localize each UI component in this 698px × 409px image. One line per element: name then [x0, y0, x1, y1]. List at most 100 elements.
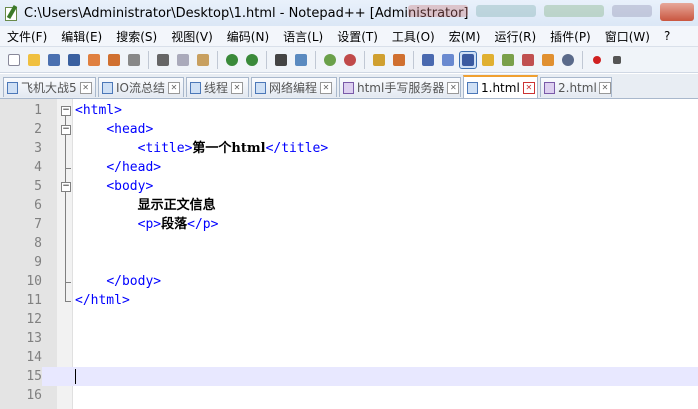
monitor-icon[interactable]	[560, 52, 576, 68]
tab-html-server[interactable]: html手写服务器 ✕	[339, 77, 461, 97]
doc-map-icon[interactable]	[500, 52, 516, 68]
tab-close-icon[interactable]: ✕	[522, 81, 535, 94]
new-file-icon[interactable]	[6, 52, 22, 68]
menu-tools[interactable]: 工具(O)	[385, 28, 442, 45]
menu-window[interactable]: 窗口(W)	[598, 28, 657, 45]
open-file-icon[interactable]	[26, 52, 42, 68]
toolbar-separator	[413, 50, 414, 69]
record-macro-icon[interactable]	[589, 52, 605, 68]
tab-close-icon[interactable]: ✕	[168, 81, 180, 94]
editor-line[interactable]: 14	[0, 348, 698, 367]
line-number: 4	[34, 160, 42, 175]
line-code: <head>	[75, 120, 153, 139]
html-tag: <head>	[106, 122, 154, 137]
text-content: 第一个html	[192, 141, 266, 156]
zoom-out-icon[interactable]	[342, 52, 358, 68]
menu-file[interactable]: 文件(F)	[0, 28, 54, 45]
menu-search[interactable]: 搜索(S)	[109, 28, 164, 45]
menu-help[interactable]: ?	[657, 29, 677, 43]
toolbar-separator	[217, 50, 218, 69]
sync-horizontal-icon[interactable]	[391, 52, 407, 68]
menu-plugins[interactable]: 插件(P)	[543, 28, 598, 45]
tab-close-icon[interactable]: ✕	[599, 81, 611, 94]
fold-end-marker	[65, 168, 71, 169]
tab-close-icon[interactable]: ✕	[320, 81, 333, 94]
notepadpp-app-icon[interactable]	[4, 4, 18, 21]
tab-thread[interactable]: 线程 ✕	[186, 77, 249, 97]
tab-close-icon[interactable]: ✕	[79, 81, 92, 94]
function-list-icon[interactable]	[520, 52, 536, 68]
html-tag: </p>	[187, 217, 219, 232]
close-icon[interactable]	[86, 52, 102, 68]
editor-line[interactable]: 11 </html>	[0, 291, 698, 310]
fold-line	[65, 116, 66, 301]
window-title: C:\Users\Administrator\Desktop\1.html - …	[24, 5, 469, 21]
html-tag: </body>	[106, 274, 162, 289]
stop-macro-icon[interactable]	[609, 52, 625, 68]
editor-current-line[interactable]: 15	[0, 367, 698, 386]
toolbar-separator	[582, 50, 583, 69]
word-wrap-icon[interactable]	[420, 52, 436, 68]
file-icon	[7, 81, 18, 94]
editor-line[interactable]: 12	[0, 310, 698, 329]
toolbar-separator	[315, 50, 316, 69]
editor-line[interactable]: 16	[0, 386, 698, 405]
html-tag: <html>	[75, 103, 122, 118]
line-number: 11	[26, 293, 42, 308]
editor-line[interactable]: 6 显示正文信息	[0, 196, 698, 215]
code-editor[interactable]: 1 <html> 2 <head> 3 <title>第一个html</titl…	[0, 99, 698, 409]
tab-io[interactable]: IO流总结 ✕	[98, 77, 184, 97]
menu-settings[interactable]: 设置(T)	[330, 28, 385, 45]
fold-collapse-icon[interactable]: −	[61, 182, 71, 192]
editor-line[interactable]: 5 <body>	[0, 177, 698, 196]
editor-line[interactable]: 1 <html>	[0, 101, 698, 120]
tab-network[interactable]: 网络编程 ✕	[251, 77, 337, 97]
editor-line[interactable]: 13	[0, 329, 698, 348]
menu-run[interactable]: 运行(R)	[487, 28, 543, 45]
tab-label: 1.html	[481, 80, 520, 95]
save-all-icon[interactable]	[66, 52, 82, 68]
cut-icon[interactable]	[155, 52, 171, 68]
editor-line[interactable]: 9	[0, 253, 698, 272]
tab-close-icon[interactable]: ✕	[231, 81, 244, 94]
close-all-icon[interactable]	[106, 52, 122, 68]
editor-line[interactable]: 4 </head>	[0, 158, 698, 177]
tab-feiji[interactable]: 飞机大战5 ✕	[3, 77, 96, 97]
undo-icon[interactable]	[224, 52, 240, 68]
indent-guide-icon[interactable]	[459, 50, 477, 69]
editor-line[interactable]: 2 <head>	[0, 120, 698, 139]
menu-view[interactable]: 视图(V)	[164, 28, 220, 45]
editor-line[interactable]: 8	[0, 234, 698, 253]
paste-icon[interactable]	[195, 52, 211, 68]
editor-line[interactable]: 10 </body>	[0, 272, 698, 291]
sync-vertical-icon[interactable]	[371, 52, 387, 68]
folder-as-workspace-icon[interactable]	[540, 52, 556, 68]
line-code: <body>	[75, 177, 153, 196]
tab-close-icon[interactable]: ✕	[447, 81, 460, 94]
print-icon[interactable]	[126, 52, 142, 68]
line-number: 16	[26, 388, 42, 403]
redo-icon[interactable]	[244, 52, 260, 68]
file-icon	[255, 81, 266, 94]
replace-icon[interactable]	[293, 52, 309, 68]
fold-collapse-icon[interactable]: −	[61, 106, 71, 116]
save-icon[interactable]	[46, 52, 62, 68]
window-close-button[interactable]	[660, 3, 694, 21]
tab-bar: 飞机大战5 ✕ IO流总结 ✕ 线程 ✕ 网络编程 ✕ html手写服务器 ✕ …	[0, 74, 698, 99]
tab-label: html手写服务器	[357, 81, 445, 95]
find-icon[interactable]	[273, 52, 289, 68]
show-all-chars-icon[interactable]	[440, 52, 456, 68]
menu-macro[interactable]: 宏(M)	[442, 28, 488, 45]
editor-line[interactable]: 3 <title>第一个html</title>	[0, 139, 698, 158]
tab-2-html[interactable]: 2.html ✕	[540, 77, 612, 97]
editor-line[interactable]: 7 <p>段落</p>	[0, 215, 698, 234]
user-language-icon[interactable]	[480, 52, 496, 68]
tab-1-html[interactable]: 1.html ✕	[463, 75, 538, 98]
zoom-in-icon[interactable]	[322, 52, 338, 68]
menu-encoding[interactable]: 编码(N)	[220, 28, 276, 45]
fold-collapse-icon[interactable]: −	[61, 125, 71, 135]
menu-language[interactable]: 语言(L)	[276, 28, 330, 45]
copy-icon[interactable]	[175, 52, 191, 68]
menu-edit[interactable]: 编辑(E)	[54, 28, 109, 45]
line-number: 13	[26, 331, 42, 346]
